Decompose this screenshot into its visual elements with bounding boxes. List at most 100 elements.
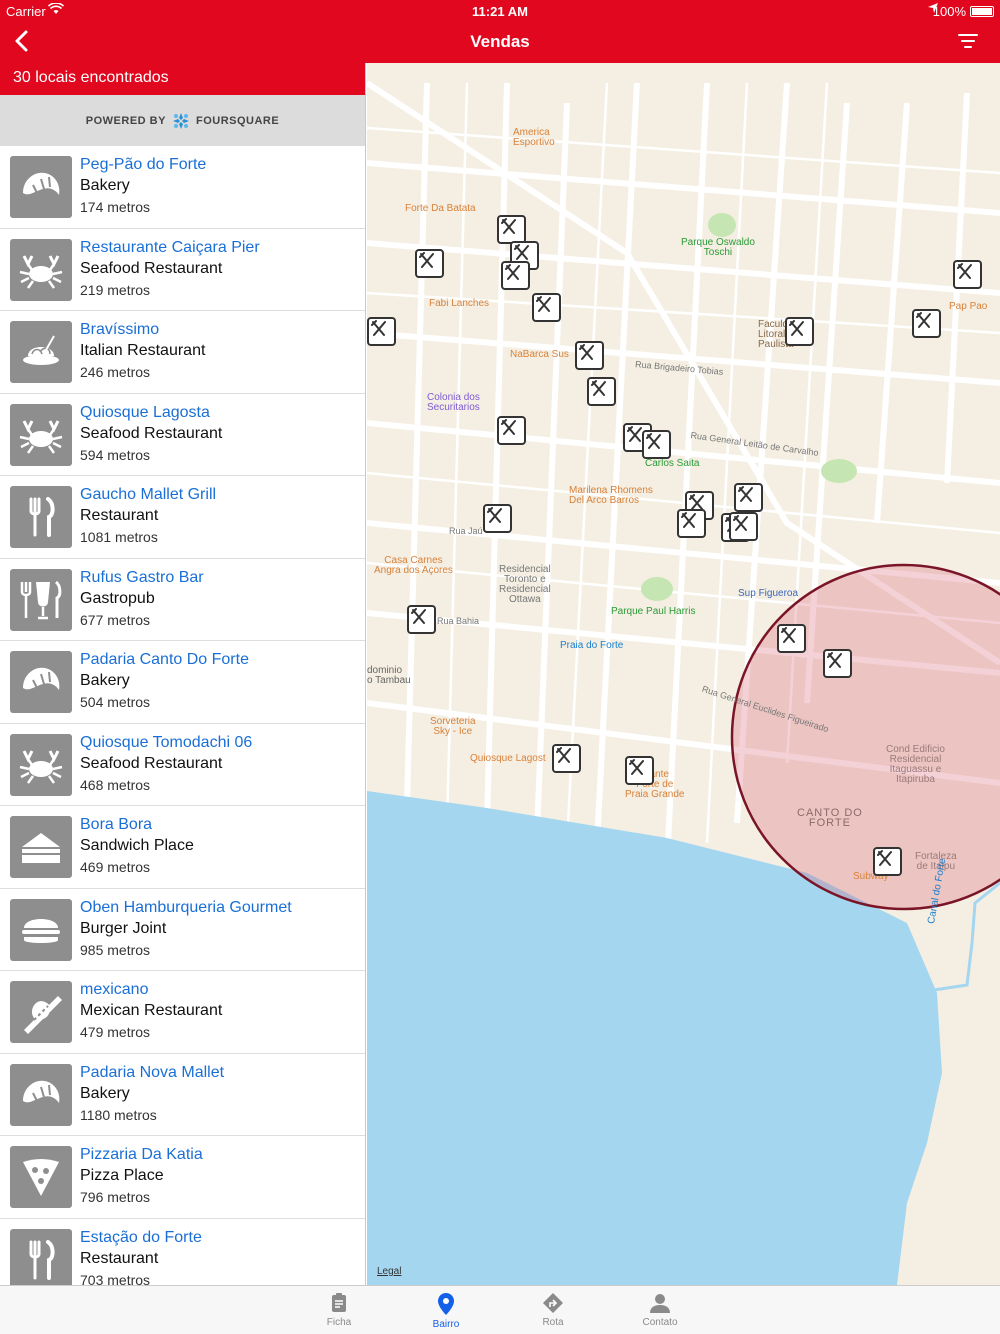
powered-by-banner: POWERED BY FOURSQUARE	[0, 95, 365, 146]
place-name[interactable]: Rufus Gastro Bar	[80, 569, 204, 587]
park-small	[821, 459, 857, 483]
list-item[interactable]: Rufus Gastro Bar Gastropub 677 metros	[0, 559, 365, 641]
list-item[interactable]: Pizzaria Da Katia Pizza Place 796 metros	[0, 1136, 365, 1219]
sandwich-icon	[10, 816, 72, 878]
fork-knife-icon	[789, 320, 804, 336]
restaurant-pin[interactable]	[532, 293, 561, 322]
place-name[interactable]: Quiosque Tomodachi 06	[80, 734, 252, 752]
restaurant-pin[interactable]	[823, 649, 852, 678]
place-name[interactable]: mexicano	[80, 981, 148, 999]
restaurant-pin[interactable]	[407, 605, 436, 634]
place-category: Bakery	[80, 672, 130, 689]
restaurant-pin[interactable]	[575, 341, 604, 370]
place-category: Burger Joint	[80, 919, 167, 937]
map-label-rua-bahia: Rua Bahia	[437, 616, 480, 626]
fork-knife-icon	[10, 486, 72, 548]
place-distance: 1081 metros	[80, 529, 158, 545]
place-distance: 796 metros	[80, 1189, 151, 1205]
place-name[interactable]: Padaria Nova Mallet	[80, 1064, 224, 1082]
map-label-parque-paul: Parque Paul Harris	[611, 606, 696, 617]
results-count: 30 locais encontrados	[0, 63, 365, 95]
restaurant-pin[interactable]	[501, 261, 530, 290]
map-label-sorveteria: Sorveteria Sky - Ice	[430, 716, 476, 737]
restaurant-pin[interactable]	[873, 847, 902, 876]
place-name[interactable]: Estação do Forte	[80, 1229, 202, 1247]
crab-icon	[10, 403, 72, 466]
place-name[interactable]: Quiosque Lagosta	[80, 404, 210, 422]
map-label-casa-carnes: Casa Carnes Angra dos Açores	[374, 555, 453, 576]
fork-knife-icon	[957, 263, 972, 279]
filter-icon[interactable]	[956, 30, 980, 52]
map-label-residencial: Residencial Toronto e Residencial Ottawa	[499, 564, 551, 605]
fork-knife-icon	[579, 344, 594, 360]
place-name[interactable]: Bora Bora	[80, 816, 152, 834]
restaurant-pin[interactable]	[415, 249, 444, 278]
fork-knife-icon	[733, 515, 748, 531]
tab-bar: Ficha Bairro Rota Contato	[0, 1285, 1000, 1334]
fork-knife-icon	[10, 1228, 72, 1285]
place-category: Seafood Restaurant	[80, 754, 223, 772]
map-view[interactable]: America Esportivo Forte Da Batata Parque…	[367, 63, 1000, 1285]
fork-knife-icon	[487, 507, 502, 523]
list-item[interactable]: Quiosque Tomodachi 06 Seafood Restaurant 4…	[0, 724, 365, 806]
restaurant-pin[interactable]	[677, 509, 706, 538]
person-icon	[650, 1294, 670, 1313]
list-item[interactable]: Restaurante Caiçara Pier Seafood Restaura…	[0, 229, 365, 311]
map-label-america: America Esportivo	[513, 127, 555, 148]
restaurant-pin[interactable]	[642, 430, 671, 459]
map-label-carlos-saita: Carlos Saita	[645, 458, 700, 469]
tab-contato[interactable]: Contato	[625, 1290, 695, 1328]
place-name[interactable]: Oben Hamburqueria Gourmet	[80, 899, 292, 917]
place-distance: 468 metros	[80, 776, 151, 793]
map-label-praia-forte: Praia do Forte	[560, 640, 624, 651]
list-item[interactable]: mexicano Mexican Restaurant 479 metros	[0, 971, 365, 1054]
restaurant-pin[interactable]	[912, 309, 941, 338]
place-name[interactable]: Peg-Pão do Forte	[80, 156, 206, 174]
restaurant-pin[interactable]	[497, 215, 526, 244]
tab-rota[interactable]: Rota	[518, 1290, 588, 1328]
place-name[interactable]: Padaria Canto Do Forte	[80, 651, 249, 669]
list-item[interactable]: Estação do Forte Restaurant 703 metros	[0, 1219, 365, 1285]
place-distance: 1180 metros	[80, 1106, 157, 1123]
place-name[interactable]: Bravíssimo	[80, 321, 159, 339]
place-distance: 479 metros	[80, 1024, 151, 1040]
powered-by-label: POWERED BY	[85, 114, 166, 127]
list-item[interactable]: Oben Hamburqueria Gourmet Burger Joint 985…	[0, 889, 365, 971]
map-label-forte-batata: Forte Da Batata	[405, 203, 476, 214]
legal-link[interactable]: Legal	[377, 1266, 401, 1277]
list-item[interactable]: Gaucho Mallet Grill Restaurant 1081 metros	[0, 476, 365, 559]
restaurant-pin[interactable]	[552, 744, 581, 773]
restaurant-pin[interactable]	[734, 483, 763, 512]
restaurant-pin[interactable]	[729, 512, 758, 541]
places-list: Peg-Pão do Forte Bakery 174 metros Restaura…	[0, 146, 365, 1285]
list-item[interactable]: Padaria Nova Mallet Bakery 1180 metros	[0, 1054, 365, 1136]
tab-bairro[interactable]: Bairro	[411, 1290, 481, 1330]
map-label-rua-jau: Rua Jaú	[449, 526, 483, 536]
restaurant-pin[interactable]	[483, 504, 512, 533]
fork-knife-icon	[781, 627, 796, 643]
restaurant-pin[interactable]	[367, 317, 396, 346]
fork-knife-icon	[505, 264, 520, 280]
place-distance: 219 metros	[80, 281, 151, 298]
restaurant-pin[interactable]	[625, 756, 654, 785]
list-item[interactable]: Quiosque Lagosta Seafood Restaurant 594 me…	[0, 394, 365, 476]
fork-knife-icon	[877, 850, 892, 866]
list-item[interactable]: Peg-Pão do Forte Bakery 174 metros	[0, 146, 365, 229]
restaurant-pin[interactable]	[497, 416, 526, 445]
list-item[interactable]: Padaria Canto Do Forte Bakery 504 metros	[0, 641, 365, 724]
restaurant-pin[interactable]	[587, 377, 616, 406]
place-category: Seafood Restaurant	[80, 424, 223, 442]
place-name[interactable]: Pizzaria Da Katia	[80, 1146, 203, 1164]
tab-ficha[interactable]: Ficha	[304, 1290, 374, 1328]
list-item[interactable]: Bravíssimo Italian Restaurant 246 metros	[0, 311, 365, 394]
map-label-pap-pao: Pap Pao	[949, 301, 988, 312]
list-item[interactable]: Bora Bora Sandwich Place 469 metros	[0, 806, 365, 889]
place-name[interactable]: Gaucho Mallet Grill	[80, 486, 216, 504]
park-oswaldo	[708, 213, 736, 237]
place-name[interactable]: Restaurante Caiçara Pier	[80, 239, 260, 257]
map-label-cond: Cond Edificio Residencial Itaguassu e It…	[886, 744, 945, 785]
restaurant-pin[interactable]	[953, 260, 982, 289]
croissant-icon	[10, 156, 72, 218]
restaurant-pin[interactable]	[785, 317, 814, 346]
restaurant-pin[interactable]	[777, 624, 806, 653]
